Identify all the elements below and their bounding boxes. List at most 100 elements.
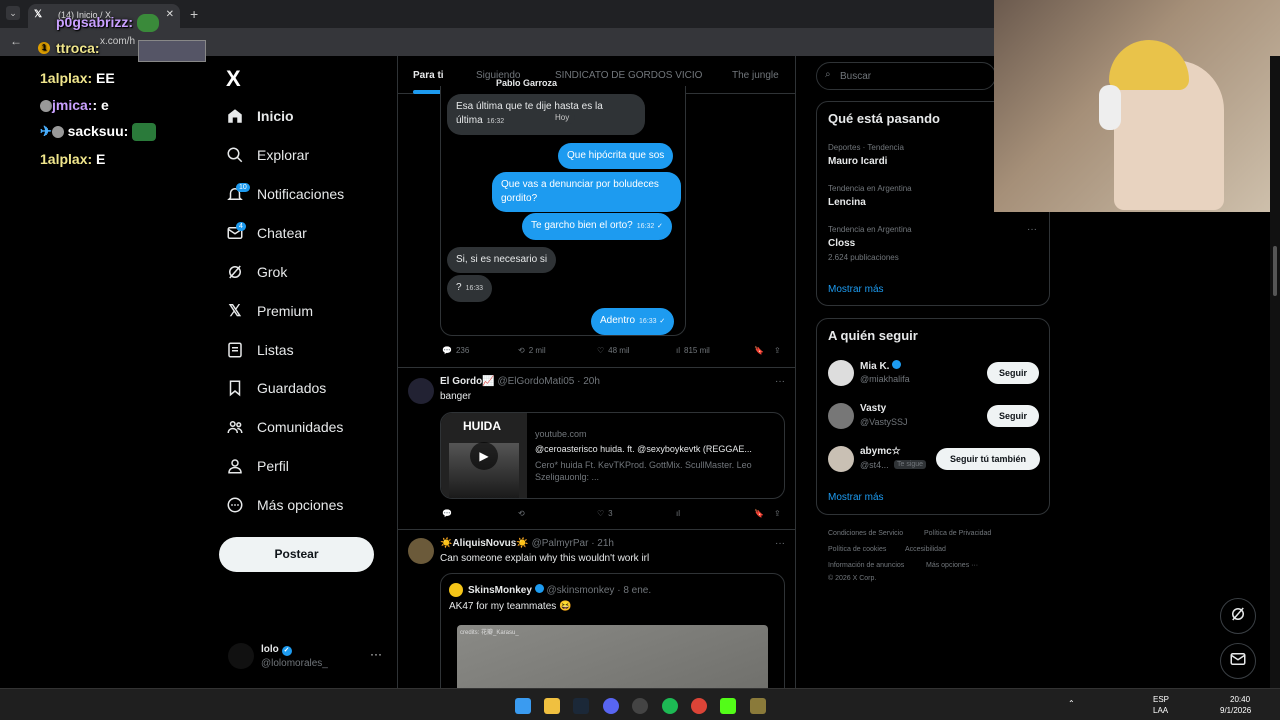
clock-time[interactable]: 20:40 bbox=[1230, 695, 1250, 704]
author-name[interactable]: ☀️AliquisNovus☀️ bbox=[440, 538, 529, 549]
chrome-icon[interactable] bbox=[691, 698, 707, 714]
quote-post[interactable]: SkinsMonkey @skinsmonkey · 8 ene. AK47 f… bbox=[440, 573, 785, 688]
views-button[interactable]: ıl 815 mil bbox=[676, 346, 710, 355]
obs-icon[interactable] bbox=[632, 698, 648, 714]
footer-link[interactable]: Política de Privacidad bbox=[924, 530, 991, 537]
chat-line: 1 ttroca: bbox=[38, 40, 100, 56]
search-input[interactable]: ⌕ Buscar bbox=[816, 62, 996, 90]
close-icon[interactable]: ✕ bbox=[166, 9, 174, 20]
chevron-up-icon[interactable]: ⌃ bbox=[1068, 699, 1075, 708]
nav-communities[interactable]: Comunidades bbox=[226, 412, 343, 442]
like-button[interactable]: ♡ 3 bbox=[597, 509, 613, 518]
follow-button[interactable]: Seguir bbox=[987, 405, 1039, 427]
emote-icon bbox=[132, 123, 157, 142]
repost-icon[interactable]: ⟲ bbox=[518, 509, 525, 518]
follow-name[interactable]: Mia K. bbox=[860, 360, 902, 372]
more-icon[interactable]: ··· bbox=[775, 538, 785, 549]
discord-icon[interactable] bbox=[603, 698, 619, 714]
nav-premium[interactable]: 𝕏 Premium bbox=[226, 296, 313, 326]
dm-screenshot: Pablo Garroza Esa última que te dije has… bbox=[440, 78, 686, 336]
file-explorer-icon[interactable] bbox=[544, 698, 560, 714]
reply-icon[interactable]: 💬 bbox=[442, 509, 452, 518]
footer-link[interactable]: Accesibilidad bbox=[905, 546, 946, 553]
new-tab-button[interactable]: + bbox=[190, 6, 198, 22]
post-button[interactable]: Postear bbox=[219, 537, 374, 572]
share-icon[interactable]: ⇪ bbox=[774, 509, 781, 518]
more-icon[interactable]: ··· bbox=[1027, 224, 1037, 235]
trend-name[interactable]: Mauro Icardi bbox=[828, 156, 887, 167]
trend-name[interactable]: Lencina bbox=[828, 197, 866, 208]
repost-icon: ⟲ bbox=[518, 346, 525, 355]
footer-link[interactable]: Más opciones ··· bbox=[926, 562, 978, 569]
bookmark-icon[interactable]: 🔖 bbox=[754, 509, 764, 518]
nav-profile[interactable]: Perfil bbox=[226, 451, 289, 481]
reply-button[interactable]: 💬 236 bbox=[442, 346, 469, 355]
nav-notifications[interactable]: 10 Notificaciones bbox=[226, 179, 344, 209]
show-more-link[interactable]: Mostrar más bbox=[828, 492, 884, 503]
author-name[interactable]: El Gordo📈 bbox=[440, 376, 495, 387]
language-indicator[interactable]: ESP bbox=[1153, 695, 1169, 704]
trend-context: Deportes · Tendencia bbox=[828, 143, 904, 152]
nav-bookmarks[interactable]: Guardados bbox=[226, 373, 326, 403]
windows-start-icon[interactable] bbox=[515, 698, 531, 714]
avatar[interactable] bbox=[828, 403, 854, 429]
bell-icon: 10 bbox=[226, 183, 250, 203]
page-scrollbar[interactable] bbox=[1270, 56, 1280, 688]
show-more-link[interactable]: Mostrar más bbox=[828, 284, 884, 295]
repost-count: 2 mil bbox=[528, 346, 546, 355]
quote-media[interactable]: credits: 花瓣_Karasu_ bbox=[457, 625, 768, 688]
chart-icon[interactable]: ıl bbox=[676, 509, 680, 518]
avatar[interactable] bbox=[828, 360, 854, 386]
message-bubble: Que vas a denunciar por boludeces gordit… bbox=[492, 172, 681, 212]
nav-more[interactable]: Más opciones bbox=[226, 490, 343, 520]
footer-link[interactable]: Política de cookies bbox=[828, 546, 886, 553]
tab-list-button[interactable]: ⌄ bbox=[6, 6, 20, 20]
repost-button[interactable]: ⟲ 2 mil bbox=[518, 346, 546, 355]
quote-handle: @skinsmonkey · 8 ene. bbox=[546, 585, 652, 596]
follow-name[interactable]: abymc☆ bbox=[860, 446, 901, 457]
scrollbar-thumb[interactable] bbox=[1273, 246, 1277, 296]
avatar[interactable] bbox=[408, 378, 434, 404]
sword-icon: ✈ bbox=[40, 123, 52, 139]
tab-the-jungle[interactable]: The jungle bbox=[732, 70, 779, 81]
message-time: 16:33 bbox=[465, 285, 484, 292]
quote-author: SkinsMonkey bbox=[468, 585, 532, 596]
more-icon[interactable]: ··· bbox=[370, 647, 382, 661]
share-icon[interactable]: ⇪ bbox=[774, 346, 781, 355]
read-check-icon: ✓ bbox=[657, 223, 663, 230]
app-icon[interactable] bbox=[750, 698, 766, 714]
back-icon[interactable]: ← bbox=[10, 34, 22, 48]
chat-username: 1alplax: bbox=[40, 70, 93, 86]
tab-sindicato[interactable]: SINDICATO DE GORDOS VICIO bbox=[555, 70, 702, 81]
steam-icon[interactable] bbox=[573, 698, 589, 714]
tab-for-you[interactable]: Para ti bbox=[413, 70, 444, 81]
link-card[interactable]: HUIDA ▶ youtube.com @ceroasterisco huida… bbox=[440, 412, 785, 499]
more-icon[interactable]: ··· bbox=[775, 376, 785, 387]
nav-chat[interactable]: 4 Chatear bbox=[226, 218, 307, 248]
trend-name[interactable]: Closs bbox=[828, 238, 855, 249]
nav-lists[interactable]: Listas bbox=[226, 335, 294, 365]
nav-explore[interactable]: Explorar bbox=[226, 140, 309, 170]
grok-fab-button[interactable] bbox=[1220, 598, 1256, 634]
author-handle: @PalmyrPar · 21h bbox=[531, 538, 614, 549]
play-icon[interactable]: ▶ bbox=[470, 442, 498, 470]
bookmark-icon[interactable]: 🔖 bbox=[754, 346, 764, 355]
avatar[interactable] bbox=[828, 446, 854, 472]
messages-fab-button[interactable] bbox=[1220, 643, 1256, 679]
follow-back-button[interactable]: Seguir tú también bbox=[936, 448, 1040, 470]
avatar[interactable] bbox=[408, 538, 434, 564]
grok-icon bbox=[226, 263, 244, 281]
footer-link[interactable]: Información de anuncios bbox=[828, 562, 904, 569]
footer-link[interactable]: Condiciones de Servicio bbox=[828, 530, 903, 537]
nav-home[interactable]: Inicio bbox=[226, 101, 294, 131]
message-time: 16:32 bbox=[636, 223, 655, 230]
x-logo-icon[interactable]: X bbox=[226, 66, 241, 92]
like-button[interactable]: ♡ 48 mil bbox=[597, 346, 630, 355]
follow-button[interactable]: Seguir bbox=[987, 362, 1039, 384]
kick-icon[interactable] bbox=[720, 698, 736, 714]
account-name: lolo bbox=[261, 644, 279, 655]
nav-grok[interactable]: Grok bbox=[226, 257, 287, 287]
spotify-icon[interactable] bbox=[662, 698, 678, 714]
follow-name[interactable]: Vasty bbox=[860, 403, 886, 414]
url-field[interactable]: x.com/h bbox=[100, 36, 135, 47]
